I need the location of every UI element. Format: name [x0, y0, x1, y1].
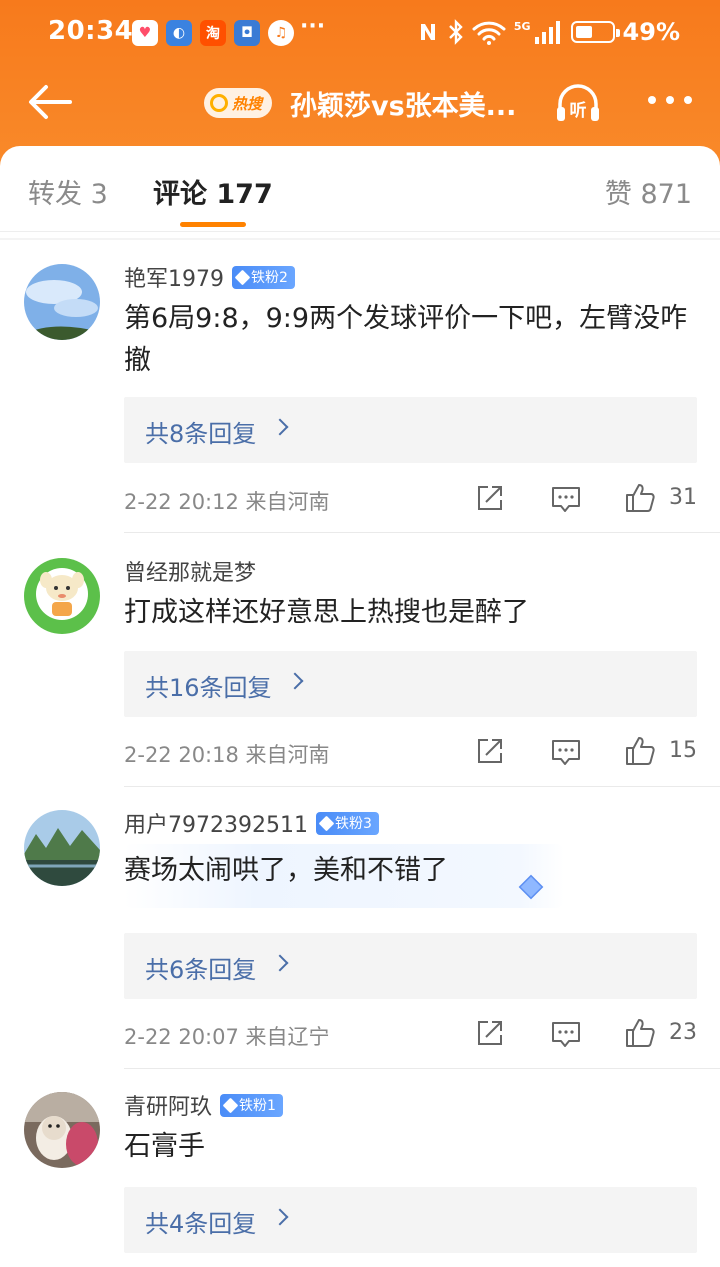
headphones-listen-icon[interactable]: 听: [554, 82, 602, 124]
top-bar: 20:34 ♥ ◐ 淘 ◘ ♫ ··· 5G 49% 热搜 孙颖莎vs张本美..…: [0, 0, 720, 170]
diamond-icon: [234, 269, 251, 285]
hot-search-tag[interactable]: 热搜: [204, 88, 273, 118]
bluetooth-icon: [449, 19, 463, 45]
username[interactable]: 用户7972392511: [124, 807, 308, 839]
like-icon[interactable]: [624, 482, 656, 514]
signal-icon: [534, 21, 560, 44]
chevron-right-icon: [271, 954, 289, 972]
avatar-image: [24, 264, 100, 340]
comment-text: 赛场太闹哄了，美和不错了: [124, 855, 448, 886]
battery-level: [575, 26, 592, 38]
diamond-icon: [318, 815, 335, 831]
replies-count: 共16条回复: [145, 674, 272, 702]
share-icon[interactable]: [476, 484, 504, 512]
hot-search-icon: [210, 94, 228, 112]
tab-divider: [0, 238, 720, 240]
username[interactable]: 曾经那就是梦: [124, 555, 256, 587]
nfc-icon: [420, 24, 435, 40]
comment-bubble: 赛场太闹哄了，美和不错了: [124, 844, 584, 908]
battery-icon: [570, 21, 620, 43]
comment-body: 艳军1979 铁粉2 第6局9:8，9:9两个发球评价一下吧，左臂没咋撤: [124, 262, 696, 382]
avatar[interactable]: [24, 558, 100, 634]
comment-icon[interactable]: [551, 485, 581, 513]
comment-body: 曾经那就是梦 打成这样还好意思上热搜也是醉了: [124, 556, 696, 634]
like-count: 23: [669, 1020, 697, 1045]
tab-bar: 转发 3 评论 177 赞 871: [0, 146, 720, 232]
replies-link[interactable]: 共8条回复: [124, 397, 697, 463]
comment-time-location: 2-22 20:12 来自河南: [124, 490, 330, 514]
comment-divider: [124, 1068, 720, 1069]
replies-count: 共4条回复: [145, 1210, 257, 1238]
avatar-image: [24, 1092, 100, 1168]
fan-badge: 铁粉3: [315, 811, 379, 835]
username[interactable]: 青研阿玖: [124, 1089, 212, 1121]
more-options-icon[interactable]: [648, 96, 692, 104]
like-count: 31: [669, 485, 697, 510]
chevron-right-icon: [271, 418, 289, 436]
like-icon[interactable]: [624, 735, 656, 767]
comment-body: 用户7972392511 铁粉3 赛场太闹哄了，美和不错了: [124, 808, 696, 908]
fan-badge: 铁粉1: [220, 1093, 283, 1117]
tab-repost[interactable]: 转发 3: [28, 172, 108, 211]
comment-divider: [124, 786, 720, 787]
heart-app-icon: ♥: [132, 20, 158, 46]
avatar-image: [24, 558, 100, 634]
replies-count: 共8条回复: [145, 420, 257, 448]
username[interactable]: 艳军1979: [124, 261, 224, 293]
avatar[interactable]: [24, 264, 100, 340]
listen-label: 听: [570, 100, 587, 121]
taobao-app-icon: 淘: [200, 20, 226, 46]
chevron-right-icon: [286, 672, 304, 690]
nav-bar: 热搜 孙颖莎vs张本美... 听: [0, 70, 720, 134]
back-arrow-icon[interactable]: [26, 82, 74, 122]
status-bar: 20:34 ♥ ◐ 淘 ◘ ♫ ··· 5G 49%: [0, 14, 720, 54]
replies-link[interactable]: 共16条回复: [124, 651, 697, 717]
avatar[interactable]: [24, 810, 100, 886]
battery-percent: 49%: [622, 18, 680, 46]
comment-text: 第6局9:8，9:9两个发球评价一下吧，左臂没咋撤: [124, 303, 688, 376]
share-icon[interactable]: [476, 1019, 504, 1047]
comment-meta: 2-22 20:12 来自河南 31: [124, 482, 697, 518]
diamond-icon: [222, 1097, 239, 1113]
notification-icons: ♥ ◐ 淘 ◘ ♫: [132, 20, 294, 46]
avatar-image: [24, 810, 100, 886]
replies-link[interactable]: 共4条回复: [124, 1187, 697, 1253]
status-time: 20:34: [48, 16, 134, 46]
comment-text: 石膏手: [124, 1131, 205, 1162]
replies-count: 共6条回复: [145, 956, 257, 984]
replies-link[interactable]: 共6条回复: [124, 933, 697, 999]
comment-text: 打成这样还好意思上热搜也是醉了: [124, 597, 529, 628]
comment-time-location: 2-22 20:07 来自辽宁: [124, 1025, 330, 1049]
active-tab-indicator: [180, 222, 246, 227]
comment-icon[interactable]: [551, 1020, 581, 1048]
chevron-right-icon: [271, 1208, 289, 1226]
more-notifications-icon: ···: [300, 14, 326, 39]
system-indicators: 5G 49%: [416, 18, 680, 46]
share-icon[interactable]: [476, 737, 504, 765]
tab-comment[interactable]: 评论 177: [153, 172, 273, 211]
comment-time-location: 2-22 20:18 来自河南: [124, 743, 330, 767]
page-title[interactable]: 孙颖莎vs张本美...: [290, 84, 516, 123]
comment-meta: 2-22 20:18 来自河南 15: [124, 735, 697, 771]
wifi-icon: [472, 21, 506, 45]
avatar[interactable]: [24, 1092, 100, 1168]
tab-like[interactable]: 赞 871: [605, 172, 692, 211]
network-type: 5G: [513, 19, 531, 33]
comment-meta: 2-22 20:07 来自辽宁 23: [124, 1017, 697, 1053]
comment-body: 青研阿玖 铁粉1 石膏手: [124, 1090, 696, 1168]
browser-app-icon: ◐: [166, 20, 192, 46]
music-app-icon: ♫: [268, 20, 294, 46]
like-count: 15: [669, 738, 697, 763]
like-icon[interactable]: [624, 1017, 656, 1049]
security-app-icon: ◘: [234, 20, 260, 46]
diamond-decoration-icon: [518, 874, 544, 900]
comment-divider: [124, 532, 720, 533]
fan-badge: 铁粉2: [232, 265, 295, 289]
hot-search-label: 热搜: [232, 94, 263, 113]
comment-icon[interactable]: [551, 738, 581, 766]
